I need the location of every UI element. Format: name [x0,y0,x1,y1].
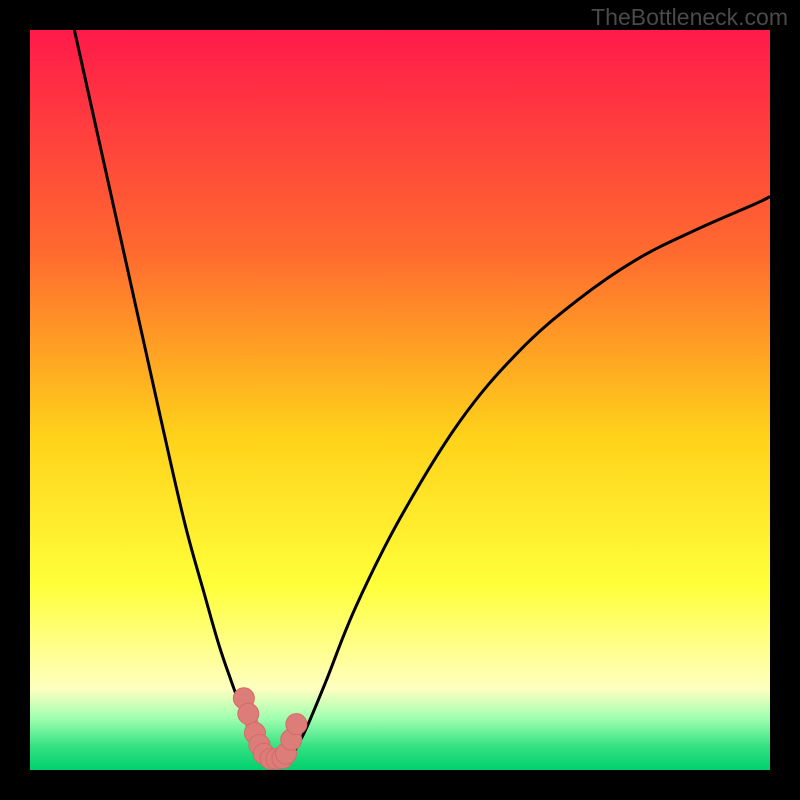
bottleneck-chart-svg [0,0,800,800]
marker-dot [286,714,307,735]
marker-dot [238,703,259,724]
chart-container: { "watermark": "TheBottleneck.com", "col… [0,0,800,800]
gradient-plot-area [30,30,770,770]
watermark-text: TheBottleneck.com [591,4,788,31]
